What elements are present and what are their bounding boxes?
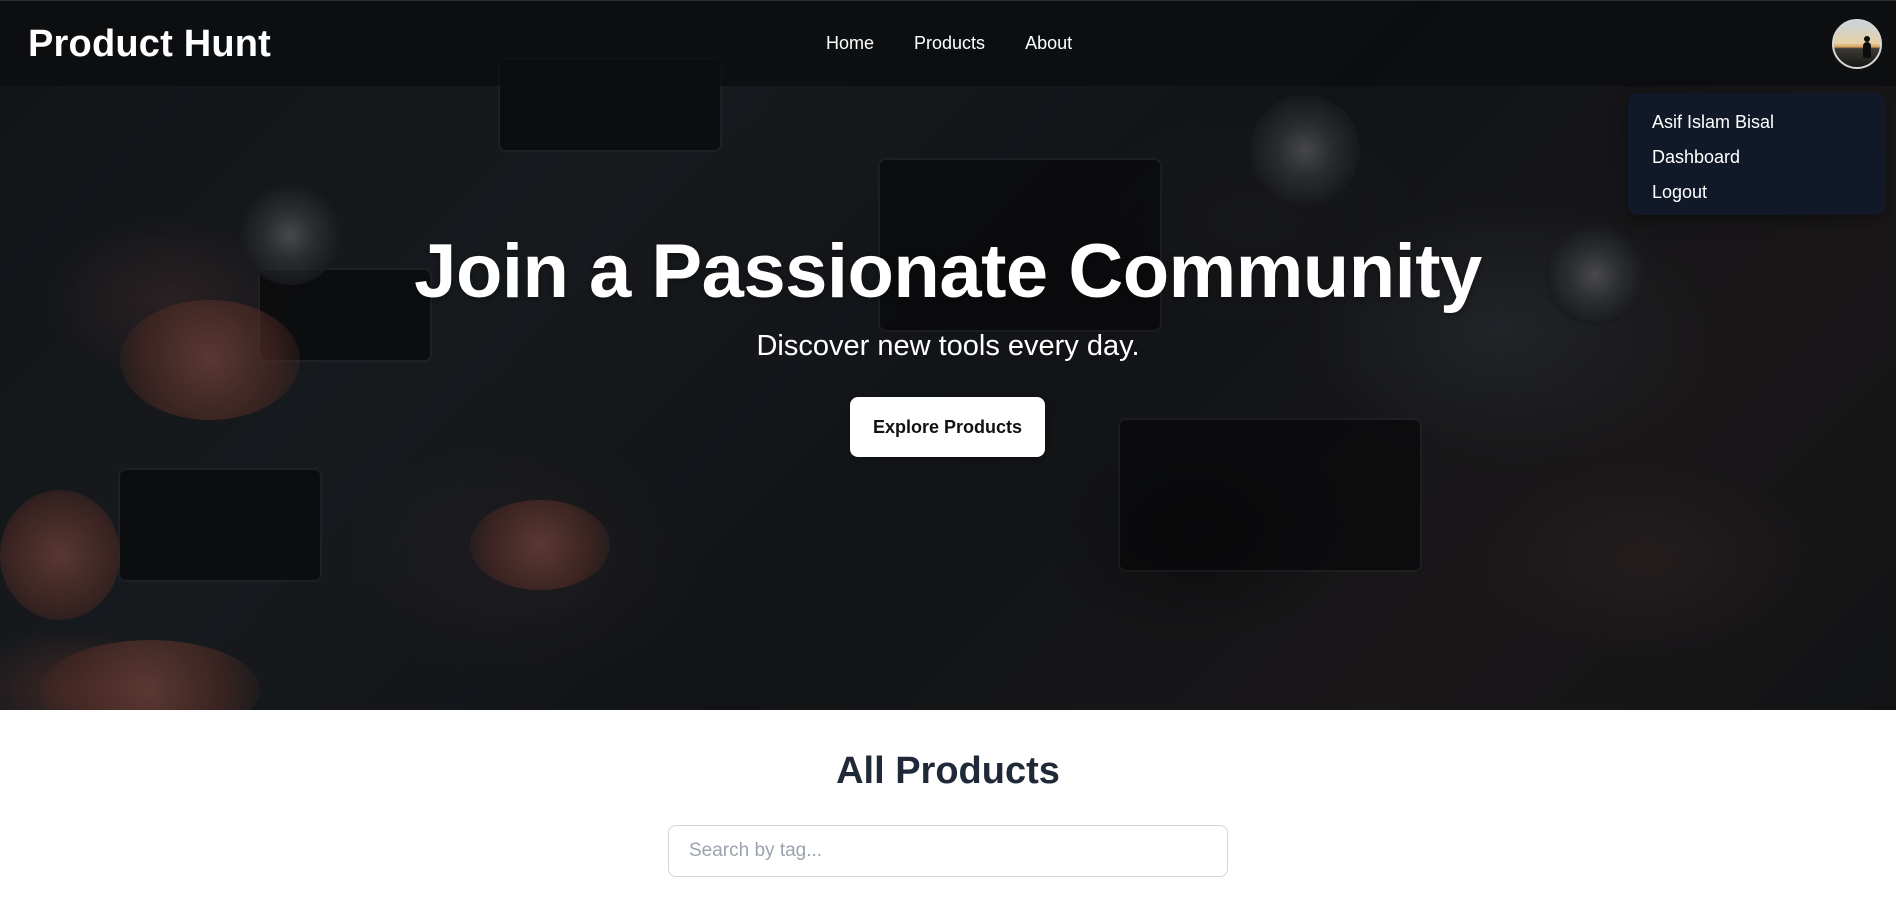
hero-subtitle: Discover new tools every day. [756,330,1140,362]
menu-item-username: Asif Islam Bisal [1652,112,1775,132]
brand-logo[interactable]: Product Hunt [28,23,271,66]
nav-links: Home Products About [826,33,1072,54]
tag-search-input[interactable] [668,825,1228,877]
nav-link-home[interactable]: Home [826,33,874,54]
hero-title: Join a Passionate Community [414,229,1482,314]
menu-item-logout[interactable]: Logout [1652,175,1862,210]
menu-item-dashboard[interactable]: Dashboard [1652,140,1862,175]
all-products-heading: All Products [836,750,1060,792]
nav-link-about[interactable]: About [1025,33,1072,54]
navbar: Product Hunt Home Products About [0,0,1896,86]
avatar[interactable] [1832,19,1882,69]
user-dropdown-menu: Asif Islam Bisal Dashboard Logout [1628,93,1886,215]
nav-link-products[interactable]: Products [914,33,985,54]
explore-products-button[interactable]: Explore Products [850,397,1045,457]
avatar-photo-icon [1863,36,1871,58]
hero-section: Join a Passionate Community Discover new… [0,0,1896,710]
